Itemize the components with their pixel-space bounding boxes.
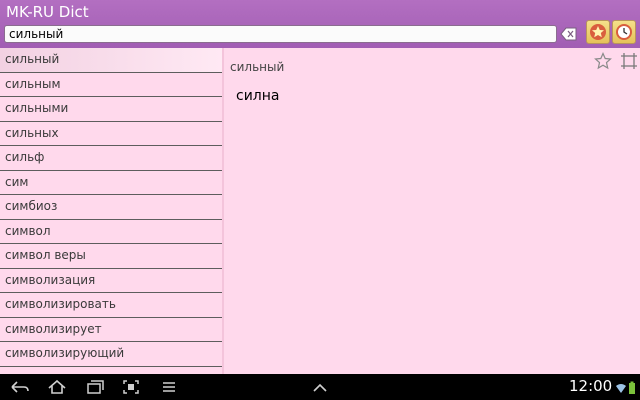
detail-translation: силна (236, 88, 280, 104)
fullscreen-icon[interactable] (620, 52, 638, 74)
list-item[interactable]: сим (0, 171, 224, 195)
screenshot-icon[interactable] (122, 379, 140, 399)
app-title: MK-RU Dict (6, 3, 89, 21)
list-item[interactable]: символ (0, 220, 224, 244)
star-outline-icon[interactable] (594, 52, 612, 74)
list-item[interactable]: символизирующий (0, 342, 224, 367)
list-item[interactable]: символизация (0, 269, 224, 293)
search-input[interactable]: сильный (4, 25, 557, 43)
backspace-icon[interactable] (560, 26, 578, 42)
menu-icon[interactable] (160, 379, 178, 399)
back-icon[interactable] (10, 379, 30, 399)
home-icon[interactable] (47, 379, 67, 399)
detail-pane: сильный силна (224, 48, 640, 374)
list-item[interactable]: символизирует (0, 318, 224, 342)
list-item[interactable]: сильный (0, 48, 224, 73)
list-item[interactable]: сильным (0, 73, 224, 97)
list-item[interactable]: символизировать (0, 293, 224, 318)
chevron-up-icon[interactable] (311, 379, 329, 399)
system-nav-bar: 12:00 (0, 374, 640, 400)
clock: 12:00 (569, 377, 613, 395)
list-item[interactable]: сильф (0, 146, 224, 171)
detail-headword: сильный (230, 60, 285, 74)
list-item[interactable]: симбиоз (0, 195, 224, 220)
history-button[interactable] (612, 20, 636, 44)
list-item[interactable]: сильными (0, 97, 224, 122)
word-list[interactable]: сильный сильным сильными сильных сильф сим сим… (0, 48, 224, 374)
battery-icon (628, 380, 636, 399)
list-item[interactable]: сильных (0, 122, 224, 146)
recent-apps-icon[interactable] (85, 379, 105, 399)
wifi-icon (615, 380, 627, 399)
favorites-button[interactable] (586, 20, 610, 44)
list-item[interactable]: символ веры (0, 244, 224, 269)
title-bar: MK-RU Dict сильный (0, 0, 640, 48)
